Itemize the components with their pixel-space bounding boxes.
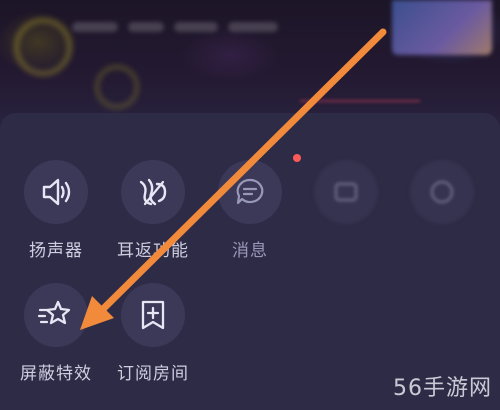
block-effects-icon-circle	[24, 283, 88, 347]
speaker-icon	[42, 178, 71, 206]
blurred-tile[interactable]	[392, 160, 492, 251]
blurred-avatar-ring	[14, 18, 72, 76]
blurred-text	[174, 22, 218, 32]
ear-return-label: 耳返功能	[117, 241, 189, 261]
block-effects-icon	[37, 300, 71, 325]
blurred-label	[296, 236, 396, 251]
message-label: 消息	[232, 241, 268, 261]
message-icon	[236, 178, 264, 205]
subscribe-room-button[interactable]: 订阅房间	[103, 283, 203, 384]
block-effects-label: 屏蔽特效	[20, 364, 92, 384]
neon-line	[300, 100, 420, 102]
blurred-text	[72, 22, 118, 32]
blurred-text	[128, 22, 164, 32]
blurred-text	[228, 22, 278, 32]
room-settings-panel: 扬声器 耳返功能 消息 屏蔽特效 订阅房间	[0, 113, 500, 410]
speaker-label: 扬声器	[29, 241, 83, 261]
blurred-label	[392, 236, 492, 251]
ear-return-button[interactable]: 耳返功能	[103, 160, 203, 261]
subscribe-room-label: 订阅房间	[117, 364, 189, 384]
subscribe-room-icon	[141, 300, 165, 330]
blurred-icon	[430, 180, 454, 204]
speaker-button[interactable]: 扬声器	[6, 160, 106, 261]
subscribe-room-icon-circle	[121, 283, 185, 347]
blurred-icon-circle	[410, 160, 474, 224]
message-icon-circle	[218, 154, 301, 224]
blurred-icon-circle	[314, 160, 378, 224]
message-button[interactable]: 消息	[200, 154, 301, 261]
blurred-icon	[334, 182, 358, 202]
ear-return-icon	[139, 178, 167, 206]
block-effects-button[interactable]: 屏蔽特效	[6, 283, 106, 384]
watermark: 56手游网	[393, 376, 492, 401]
blurred-gift-icon	[95, 65, 139, 109]
ear-return-icon-circle	[121, 160, 185, 224]
camera-thumbnail[interactable]	[392, 0, 492, 55]
blurred-tile[interactable]	[296, 160, 396, 251]
speaker-icon-circle	[24, 160, 88, 224]
